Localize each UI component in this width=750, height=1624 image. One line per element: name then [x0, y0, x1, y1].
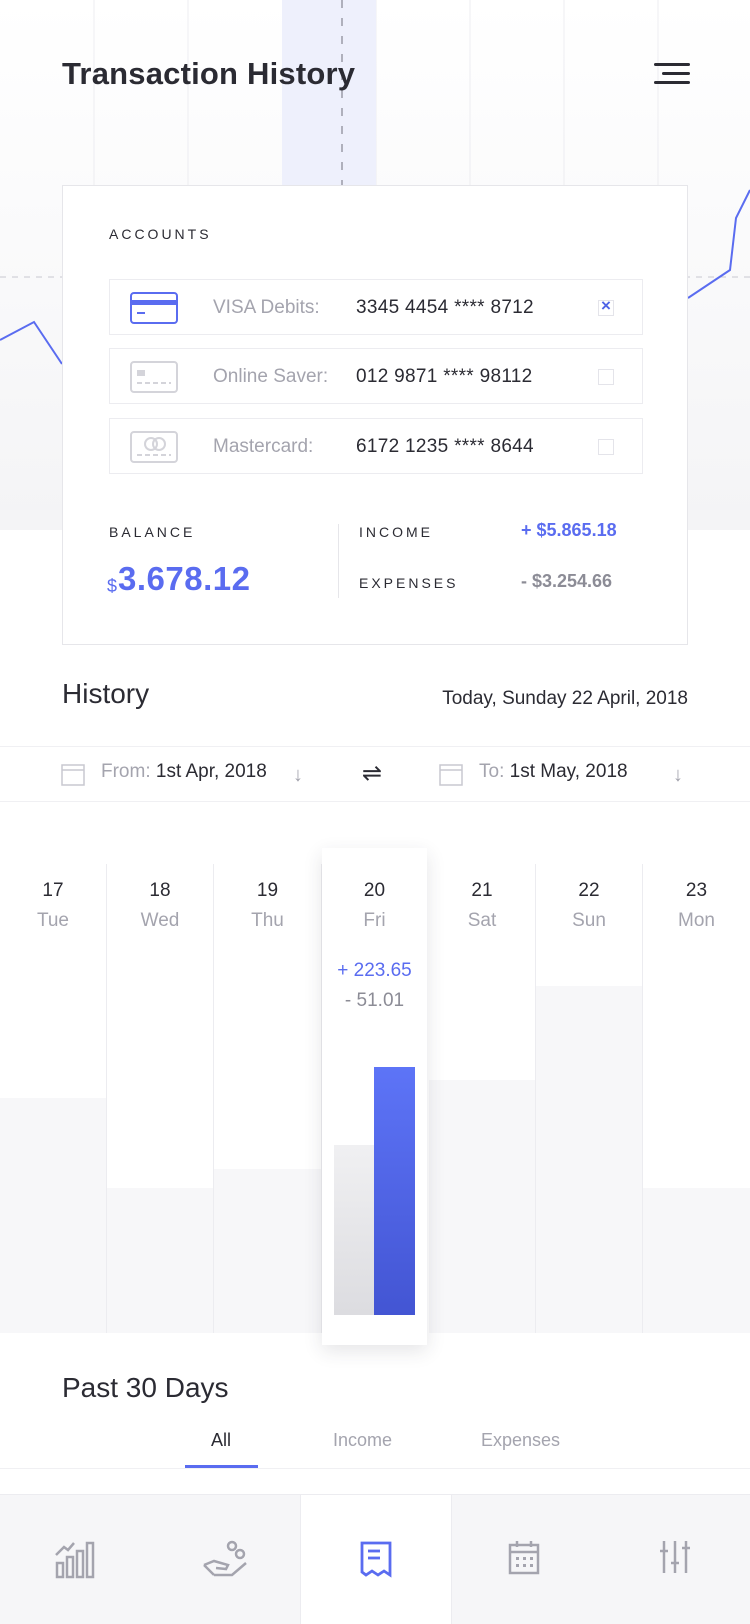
- day-bar: [536, 986, 642, 1333]
- arrow-down-icon[interactable]: ↓: [293, 764, 303, 787]
- tab-expenses[interactable]: Expenses: [481, 1430, 560, 1451]
- tab-income[interactable]: Income: [333, 1430, 392, 1451]
- day-expense: - 51.01: [344, 990, 405, 1011]
- day-number: 22: [578, 880, 600, 901]
- accounts-card: ACCOUNTS VISA Debits: 3345 4454 **** 871…: [62, 185, 688, 645]
- tab-all[interactable]: All: [211, 1430, 231, 1451]
- chart-icon: [55, 1541, 95, 1579]
- account-number: 6172 1235 **** 8644: [356, 436, 534, 457]
- day-number: 18: [149, 880, 171, 901]
- account-number: 012 9871 **** 98112: [356, 366, 533, 387]
- day-column[interactable]: 23 Mon: [643, 864, 750, 1333]
- daily-chart: 17 Tue 18 Wed 19 Thu 21 Sat 22 Sun 23 Mo…: [0, 848, 750, 1345]
- history-title: History: [62, 678, 150, 709]
- menu-icon-line: [654, 81, 690, 84]
- calendar-icon: [61, 764, 85, 786]
- filter-tabs: All Income Expenses: [0, 1424, 750, 1469]
- nav-settings[interactable]: [600, 1495, 750, 1624]
- account-checkbox-checked[interactable]: [598, 296, 614, 316]
- to-date-picker[interactable]: To: 1st May, 2018: [479, 761, 628, 789]
- day-column[interactable]: 17 Tue: [0, 864, 107, 1333]
- visa-card-icon: [130, 292, 178, 324]
- from-date-picker[interactable]: From: 1st Apr, 2018: [101, 761, 267, 789]
- hand-coins-icon: [203, 1540, 247, 1577]
- nav-stats[interactable]: [0, 1495, 150, 1624]
- nav-calendar[interactable]: [452, 1495, 600, 1624]
- account-checkbox[interactable]: [598, 439, 614, 455]
- mastercard-icon: [130, 431, 178, 463]
- divider: [338, 524, 339, 598]
- day-column[interactable]: 19 Thu: [214, 864, 322, 1333]
- day-name: Thu: [251, 910, 284, 931]
- day-number: 19: [256, 880, 279, 901]
- menu-icon: [654, 63, 690, 66]
- day-name: Tue: [36, 910, 70, 931]
- day-column[interactable]: 21 Sat: [429, 864, 536, 1333]
- from-label: From:: [101, 761, 151, 782]
- day-bar: [107, 1188, 213, 1333]
- calendar-icon: [439, 764, 463, 786]
- day-name: Sat: [467, 910, 497, 931]
- day-income: + 223.65: [337, 960, 412, 981]
- bottom-nav: [0, 1494, 750, 1624]
- day-bar: [429, 1080, 535, 1333]
- expenses-value: - $3.254.66: [521, 571, 613, 591]
- expenses-label: EXPENSES: [359, 575, 459, 591]
- from-value: 1st Apr, 2018: [155, 761, 267, 782]
- account-checkbox[interactable]: [598, 369, 614, 385]
- day-number: 21: [471, 880, 493, 901]
- menu-button[interactable]: [646, 60, 690, 90]
- swap-dates-button[interactable]: ⇌: [362, 759, 382, 788]
- day-number: 20: [363, 880, 386, 901]
- day-name: Sun: [572, 910, 606, 931]
- sliders-icon: [660, 1541, 690, 1573]
- day-name: Fri: [363, 910, 386, 931]
- account-row-mastercard[interactable]: Mastercard: 6172 1235 **** 8644: [109, 418, 643, 474]
- account-number: 3345 4454 **** 8712: [356, 297, 534, 318]
- menu-icon-line: [662, 72, 690, 75]
- date-range-bar: From: 1st Apr, 2018 ↓ ⇌ To: 1st May, 201…: [0, 746, 750, 802]
- income-value: + $5.865.18: [521, 520, 617, 540]
- account-row-visa[interactable]: VISA Debits: 3345 4454 **** 8712: [109, 279, 643, 335]
- day-bar: [643, 1188, 750, 1333]
- day-bar: [214, 1169, 321, 1333]
- balance-label: BALANCE: [109, 524, 196, 540]
- nav-transactions[interactable]: [300, 1495, 452, 1624]
- expense-bar: [334, 1145, 374, 1315]
- day-column[interactable]: 18 Wed: [107, 864, 214, 1333]
- day-number: 23: [685, 880, 708, 901]
- day-name: Mon: [678, 910, 715, 931]
- day-column[interactable]: 22 Sun: [536, 864, 643, 1333]
- day-bar: [0, 1098, 106, 1333]
- account-row-online-saver[interactable]: Online Saver: 012 9871 **** 98112: [109, 348, 643, 404]
- card-icon: [130, 361, 178, 393]
- income-bar: [374, 1067, 415, 1315]
- day-name: Wed: [140, 910, 180, 931]
- calendar-icon: [508, 1541, 540, 1575]
- account-name: Online Saver:: [213, 366, 329, 387]
- past-30-days-title: Past 30 Days: [62, 1372, 229, 1403]
- nav-payments[interactable]: [150, 1495, 300, 1624]
- balance-currency: $: [107, 576, 118, 596]
- account-name: VISA Debits:: [213, 297, 320, 318]
- arrow-down-icon[interactable]: ↓: [673, 764, 683, 787]
- day-number: 17: [42, 880, 64, 901]
- to-label: To:: [479, 761, 505, 782]
- balance-value: 3.678.12: [118, 560, 251, 597]
- account-name: Mastercard:: [213, 436, 314, 457]
- active-tab-indicator: [185, 1465, 258, 1468]
- receipt-icon: [360, 1541, 392, 1578]
- income-label: INCOME: [359, 524, 433, 540]
- history-date: Today, Sunday 22 April, 2018: [442, 688, 688, 709]
- accounts-label: ACCOUNTS: [109, 226, 212, 242]
- day-column-selected[interactable]: 20 Fri + 223.65 - 51.01: [322, 848, 427, 1345]
- to-value: 1st May, 2018: [509, 761, 628, 782]
- page-title: Transaction History: [62, 56, 356, 91]
